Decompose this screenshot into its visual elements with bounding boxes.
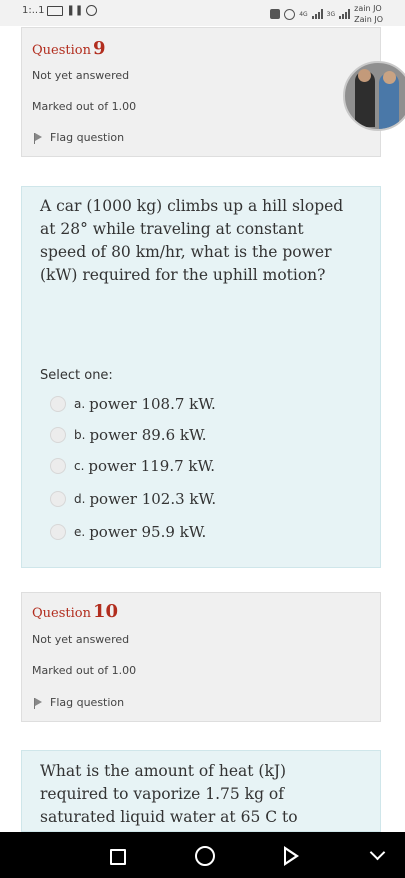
question-10-content: What is the amount of heat (kJ) required…	[21, 750, 381, 832]
option-letter: c.	[74, 459, 85, 473]
option-letter: b.	[74, 428, 86, 442]
radio-button[interactable]	[50, 458, 66, 474]
carrier-bottom: Zain JO	[354, 15, 383, 24]
status-left: 1:..1 ❚❚	[22, 5, 98, 16]
option-letter: a.	[74, 397, 86, 411]
recent-apps-icon[interactable]	[110, 849, 126, 865]
status-right: 4G 3G zain JO Zain JO	[270, 3, 383, 25]
radio-button[interactable]	[50, 491, 66, 507]
question-10-status: Not yet answered	[32, 633, 130, 646]
option-text: power 102.3 kW.	[89, 490, 217, 508]
app-icon	[270, 9, 281, 19]
radio-button[interactable]	[50, 524, 66, 540]
option-text: power 108.7 kW.	[89, 395, 216, 413]
option-c[interactable]: c. power 119.7 kW.	[50, 455, 215, 477]
select-one-label: Select one:	[40, 368, 113, 383]
question-number: 10	[92, 601, 119, 622]
circle-icon	[284, 8, 296, 20]
flag-label: Flag question	[50, 131, 125, 144]
question-9-status: Not yet answered	[32, 69, 130, 82]
flag-icon	[34, 132, 44, 144]
alarm-icon	[86, 5, 98, 16]
navigation-bar	[0, 832, 405, 878]
option-a[interactable]: a. power 108.7 kW.	[50, 393, 216, 415]
question-label: Question	[32, 43, 91, 58]
carrier-top: zain JO	[354, 4, 382, 13]
collapse-chevron-icon[interactable]	[369, 844, 386, 861]
option-letter: e.	[74, 525, 86, 539]
question-10-info: Question 10 Not yet answered Marked out o…	[21, 592, 381, 722]
network-type-3g: 3G	[326, 10, 336, 18]
flag-label: Flag question	[50, 696, 125, 709]
question-number: 9	[92, 38, 106, 59]
question-10-flag[interactable]: Flag question	[34, 696, 124, 709]
question-9-flag[interactable]: Flag question	[34, 131, 124, 144]
battery-icon	[47, 5, 64, 16]
signal-icon	[311, 9, 323, 19]
signal-icon	[339, 9, 351, 19]
question-9-text: A car (1000 kg) climbs up a hill sloped …	[40, 197, 344, 284]
option-text: power 95.9 kW.	[89, 523, 207, 541]
option-d[interactable]: d. power 102.3 kW.	[50, 488, 216, 510]
question-10-title: Question 10	[32, 601, 118, 622]
question-10-marks: Marked out of 1.00	[32, 664, 137, 677]
question-9-marks: Marked out of 1.00	[32, 100, 137, 113]
radio-button[interactable]	[50, 427, 66, 443]
option-letter: d.	[74, 492, 86, 506]
flag-icon	[34, 697, 44, 709]
avatar[interactable]	[343, 61, 405, 131]
question-9-info: Question 9 Not yet answered Marked out of…	[21, 27, 381, 157]
option-text: power 119.7 kW.	[88, 457, 216, 475]
status-bar: 1:..1 ❚❚ 4G 3G zain JO Zain JO	[0, 0, 405, 26]
question-9-content: A car (1000 kg) climbs up a hill sloped …	[21, 186, 381, 568]
radio-button[interactable]	[50, 396, 66, 412]
option-e[interactable]: e. power 95.9 kW.	[50, 521, 206, 543]
carrier-names: zain JO Zain JO	[354, 3, 383, 25]
option-text: power 89.6 kW.	[89, 426, 207, 444]
question-label: Question	[32, 606, 91, 621]
option-b[interactable]: b. power 89.6 kW.	[50, 424, 207, 446]
question-9-title: Question 9	[32, 38, 106, 59]
network-type-4g: 4G	[299, 10, 308, 18]
home-icon[interactable]	[195, 846, 215, 866]
status-time: 1:..1	[22, 5, 45, 16]
pause-icon: ❚❚	[66, 5, 84, 16]
question-10-text: What is the amount of heat (kJ) required…	[40, 762, 298, 826]
